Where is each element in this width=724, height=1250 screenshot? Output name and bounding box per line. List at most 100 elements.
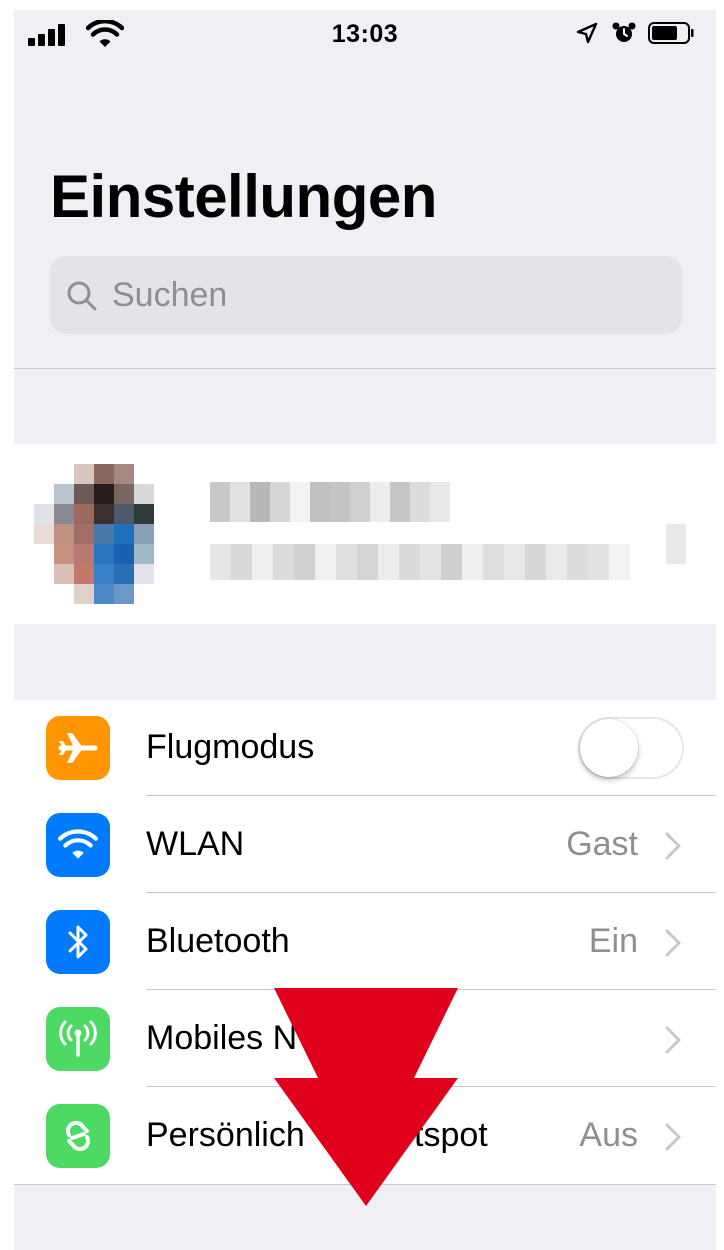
settings-row-mobiles-netz[interactable]: Mobiles N	[14, 991, 716, 1087]
pixel-block	[430, 482, 450, 522]
pixel-block	[567, 544, 588, 580]
avatar-pixel	[154, 464, 174, 484]
avatar-pixel	[154, 484, 174, 504]
search-placeholder: Suchen	[112, 276, 228, 314]
settings-row-label: Bluetooth	[146, 922, 290, 960]
avatar-pixel	[34, 584, 54, 604]
pixel-block	[273, 544, 294, 580]
wifi-icon	[46, 813, 110, 877]
search-field[interactable]: Suchen	[50, 256, 682, 334]
pixel-block	[250, 482, 270, 522]
pixel-block	[609, 544, 630, 580]
settings-row-value: Gast	[566, 825, 638, 863]
settings-row-hotspot[interactable]: Persönlich tspot Aus	[14, 1088, 716, 1184]
settings-row-value: Ein	[588, 922, 638, 960]
hotspot-icon	[46, 1104, 110, 1168]
pixel-block	[504, 544, 525, 580]
chevron-right-icon	[665, 832, 681, 860]
battery-icon	[648, 22, 694, 44]
chevron-right-icon	[665, 1026, 681, 1054]
status-time: 13:03	[331, 20, 399, 48]
chevron-right-icon	[666, 524, 686, 564]
avatar-pixel	[34, 504, 54, 524]
settings-row-label: Mobiles N	[146, 1019, 298, 1057]
pixel-block	[410, 482, 430, 522]
bluetooth-icon	[46, 910, 110, 974]
settings-row-wlan[interactable]: WLAN Gast	[14, 797, 716, 893]
pixel-block	[270, 482, 290, 522]
avatar-pixel	[94, 484, 114, 504]
avatar-pixel	[94, 504, 114, 524]
pixel-block	[399, 544, 420, 580]
avatar-pixel	[134, 484, 154, 504]
page-title: Einstellungen	[50, 163, 437, 230]
avatar-pixel	[134, 544, 154, 564]
avatar-pixel	[34, 524, 54, 544]
avatar-pixel	[114, 464, 134, 484]
pixel-block	[290, 482, 310, 522]
row-separator	[146, 795, 716, 796]
avatar-pixel	[114, 524, 134, 544]
pixel-block	[252, 544, 273, 580]
location-arrow-icon	[576, 22, 598, 44]
pixel-block	[231, 544, 252, 580]
pixel-block	[390, 482, 410, 522]
avatar-pixel	[74, 544, 94, 564]
avatar-pixel	[34, 464, 54, 484]
avatar-pixel	[74, 484, 94, 504]
avatar-pixel	[54, 484, 74, 504]
pixel-block	[483, 544, 504, 580]
row-separator	[146, 989, 716, 990]
pixel-block	[420, 544, 441, 580]
toggle-knob[interactable]	[580, 719, 638, 777]
pixel-block	[546, 544, 567, 580]
avatar-pixel	[94, 584, 114, 604]
avatar-pixel	[94, 564, 114, 584]
pixel-block	[350, 482, 370, 522]
avatar-pixel	[134, 564, 154, 584]
settings-row-flugmodus[interactable]: Flugmodus	[14, 700, 716, 796]
pixel-block	[378, 544, 399, 580]
avatar-pixel	[54, 544, 74, 564]
avatar-pixel	[34, 544, 54, 564]
status-bar: 13:03	[14, 10, 716, 56]
avatar-pixel	[54, 564, 74, 584]
pixel-block	[357, 544, 378, 580]
pixel-block	[310, 482, 330, 522]
avatar-pixel	[114, 564, 134, 584]
avatar-pixel	[74, 584, 94, 604]
chevron-right-icon	[665, 1123, 681, 1151]
row-separator	[146, 892, 716, 893]
pixel-block	[330, 482, 350, 522]
chevron-right-icon	[665, 929, 681, 957]
apple-id-profile-row[interactable]	[14, 444, 716, 624]
avatar-pixel	[74, 524, 94, 544]
divider	[14, 368, 716, 369]
settings-row-label-left: Persönlich	[146, 1116, 305, 1154]
airplane-icon	[46, 716, 110, 780]
avatar-pixel	[34, 564, 54, 584]
avatar	[34, 464, 174, 604]
flugmodus-toggle[interactable]	[578, 717, 684, 779]
pixel-block	[210, 544, 231, 580]
avatar-pixel	[54, 524, 74, 544]
settings-row-bluetooth[interactable]: Bluetooth Ein	[14, 894, 716, 990]
alarm-clock-icon	[612, 22, 636, 42]
avatar-pixel	[154, 584, 174, 604]
profile-name-pixelated	[210, 482, 450, 522]
pixel-block	[588, 544, 609, 580]
avatar-pixel	[54, 464, 74, 484]
pixel-block	[370, 482, 390, 522]
avatar-pixel	[114, 544, 134, 564]
profile-subtitle-pixelated	[210, 544, 630, 580]
pixel-block	[315, 544, 336, 580]
avatar-pixel	[134, 464, 154, 484]
antenna-icon	[46, 1007, 110, 1071]
search-icon	[67, 281, 97, 311]
avatar-pixel	[74, 504, 94, 524]
divider	[14, 1184, 716, 1185]
avatar-pixel	[54, 504, 74, 524]
pixel-block	[525, 544, 546, 580]
settings-row-label: Flugmodus	[146, 728, 315, 766]
avatar-pixel	[114, 504, 134, 524]
